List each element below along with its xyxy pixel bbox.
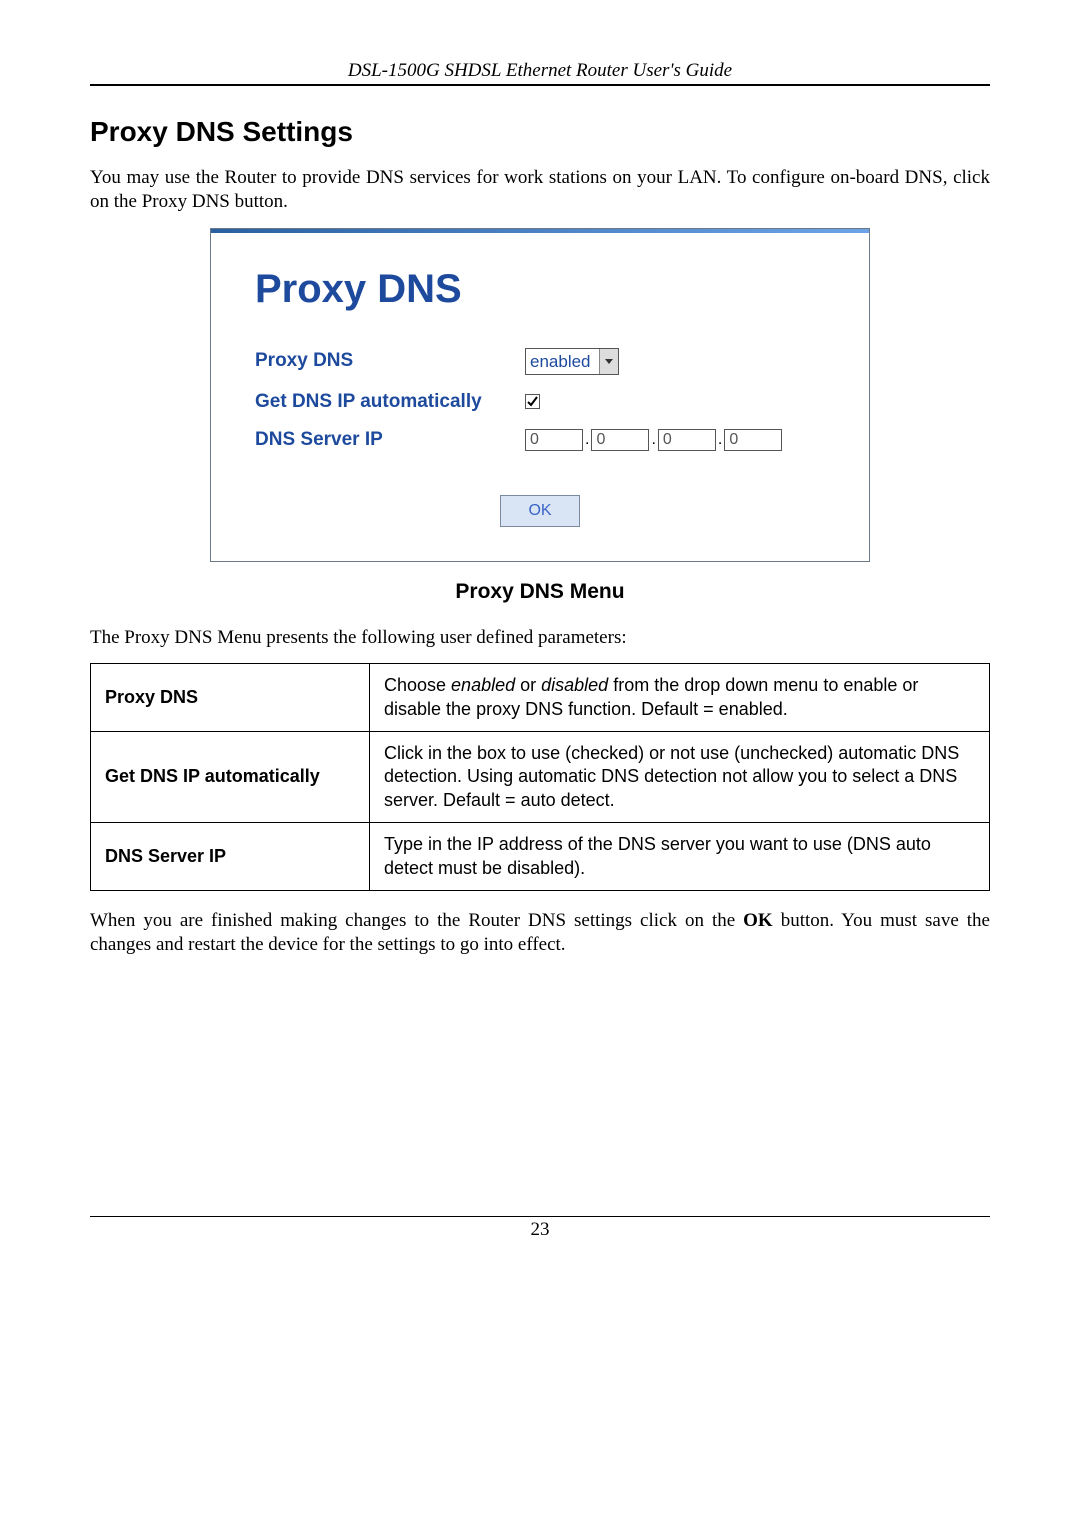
- param-desc: Click in the box to use (checked) or not…: [370, 732, 990, 823]
- param-name: Get DNS IP automatically: [91, 732, 370, 823]
- ip-octet-3[interactable]: 0: [658, 429, 716, 451]
- table-row: Proxy DNS Choose enabled or disabled fro…: [91, 664, 990, 732]
- page-footer: 23: [90, 1216, 990, 1241]
- table-row: DNS Server IP Type in the IP address of …: [91, 823, 990, 891]
- row-proxy-dns: Proxy DNS enabled: [255, 348, 825, 375]
- dropdown-value: enabled: [526, 349, 599, 374]
- dns-server-ip-input[interactable]: 0 . 0 . 0 . 0: [525, 429, 782, 451]
- figure-caption: Proxy DNS Menu: [90, 580, 990, 604]
- dns-server-ip-label: DNS Server IP: [255, 429, 525, 451]
- running-header: DSL-1500G SHDSL Ethernet Router User's G…: [90, 60, 990, 86]
- get-dns-ip-checkbox[interactable]: [525, 394, 540, 409]
- panel-title: Proxy DNS: [255, 267, 825, 312]
- section-title: Proxy DNS Settings: [90, 116, 990, 148]
- proxy-dns-screenshot: Proxy DNS Proxy DNS enabled Get DNS IP a…: [210, 228, 870, 562]
- param-name: Proxy DNS: [91, 664, 370, 732]
- param-name: DNS Server IP: [91, 823, 370, 891]
- get-dns-ip-label: Get DNS IP automatically: [255, 391, 525, 413]
- proxy-dns-label: Proxy DNS: [255, 350, 525, 372]
- row-dns-server-ip: DNS Server IP 0 . 0 . 0 . 0: [255, 429, 825, 451]
- row-get-dns-ip: Get DNS IP automatically: [255, 391, 825, 413]
- page-number: 23: [531, 1219, 550, 1240]
- parameters-table: Proxy DNS Choose enabled or disabled fro…: [90, 663, 990, 891]
- param-desc: Type in the IP address of the DNS server…: [370, 823, 990, 891]
- chevron-down-icon: [599, 349, 618, 374]
- ip-octet-2[interactable]: 0: [591, 429, 649, 451]
- closing-paragraph: When you are finished making changes to …: [90, 909, 990, 957]
- param-desc: Choose enabled or disabled from the drop…: [370, 664, 990, 732]
- table-row: Get DNS IP automatically Click in the bo…: [91, 732, 990, 823]
- ip-octet-4[interactable]: 0: [724, 429, 782, 451]
- table-intro: The Proxy DNS Menu presents the followin…: [90, 626, 990, 650]
- ip-octet-1[interactable]: 0: [525, 429, 583, 451]
- proxy-dns-dropdown[interactable]: enabled: [525, 348, 619, 375]
- intro-paragraph: You may use the Router to provide DNS se…: [90, 166, 990, 214]
- ok-button[interactable]: OK: [500, 495, 580, 527]
